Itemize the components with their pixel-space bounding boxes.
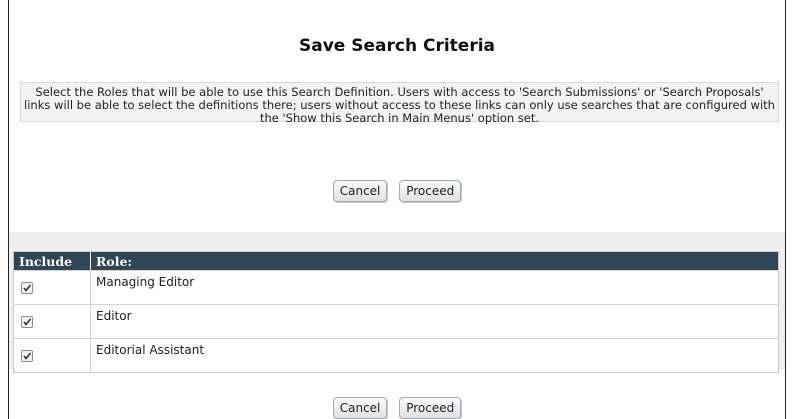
checkmark-icon (23, 318, 32, 326)
include-column-header: Include (13, 251, 91, 271)
table-header-row: Include Role: (13, 251, 779, 271)
role-label: Editorial Assistant (90, 338, 779, 373)
include-cell (13, 304, 91, 339)
proceed-button-bottom[interactable]: Proceed (399, 397, 462, 419)
include-checkbox-editor[interactable] (21, 316, 33, 328)
checkmark-icon (23, 352, 32, 360)
include-checkbox-managing-editor[interactable] (21, 282, 33, 294)
top-button-bar: Cancel Proceed (9, 180, 785, 202)
table-row: Editorial Assistant (13, 338, 779, 373)
include-checkbox-editorial-assistant[interactable] (21, 350, 33, 362)
cancel-button-bottom[interactable]: Cancel (332, 397, 388, 419)
roles-table: Include Role: Managing Editor Editor Edi… (13, 251, 779, 373)
role-label: Managing Editor (90, 270, 779, 305)
table-row: Managing Editor (13, 270, 779, 305)
cancel-button[interactable]: Cancel (332, 180, 388, 202)
include-cell (13, 338, 91, 373)
table-row: Editor (13, 304, 779, 339)
bottom-button-bar: Cancel Proceed (9, 397, 785, 419)
role-label: Editor (90, 304, 779, 339)
page-title: Save Search Criteria (299, 36, 495, 56)
instructions-notice: Select the Roles that will be able to us… (20, 82, 779, 125)
proceed-button[interactable]: Proceed (399, 180, 462, 202)
include-cell (13, 270, 91, 305)
checkmark-icon (23, 284, 32, 292)
role-column-header: Role: (90, 251, 779, 271)
